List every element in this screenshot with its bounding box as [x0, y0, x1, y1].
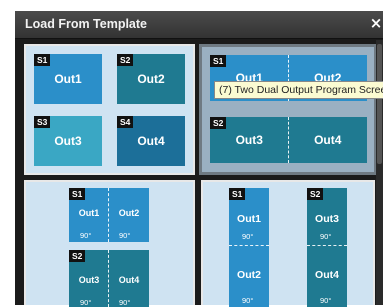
rotation-label: 90° — [242, 296, 254, 305]
screen-badge: S2 — [210, 117, 227, 129]
template-card-rotated-stacked[interactable]: S1 Out1 Out2 90° 90° S2 Out3 Out4 90° 90… — [24, 180, 195, 307]
screen-badge: S2 — [307, 188, 324, 200]
output-divider — [108, 188, 109, 242]
screen-s1: S1 Out1 90° Out2 90° — [229, 188, 269, 307]
screen-output-label: Out4 — [314, 133, 342, 147]
screen-output-label: Out1 — [54, 72, 82, 86]
screen-output-label: Out2 — [237, 268, 261, 281]
screen-badge: S1 — [69, 188, 86, 200]
screen-badge: S1 — [210, 55, 227, 67]
dialog-titlebar: Load From Template × — [15, 11, 383, 39]
screen-output-label: Out1 — [78, 207, 100, 218]
screen-output-label: Out3 — [78, 274, 100, 285]
screen-badge: S1 — [229, 188, 246, 200]
rotation-label: 90° — [119, 298, 131, 307]
screen-s1: S1 Out1 Out2 90° 90° — [69, 188, 149, 242]
template-card-two-dual-output[interactable]: S1 Out1 Out2 S2 Out3 Out4 — [199, 44, 377, 175]
rotation-label: 90° — [320, 232, 332, 241]
scrollbar-thumb[interactable] — [377, 44, 382, 164]
screen-s2: S2 Out2 — [117, 54, 185, 104]
screen-badge: S2 — [117, 54, 134, 66]
output-divider — [108, 250, 109, 307]
output-divider — [229, 245, 269, 246]
screen-s2: S2 Out3 Out4 90° 90° — [69, 250, 149, 307]
output-divider — [288, 117, 289, 163]
screen-s3: S3 Out3 — [34, 116, 102, 166]
screen-output-label: Out4 — [118, 274, 140, 285]
screen-output-label: Out2 — [137, 72, 165, 86]
rotation-label: 90° — [80, 298, 92, 307]
screen-s1: S1 Out1 — [34, 54, 102, 104]
rotation-label: 90° — [119, 231, 131, 240]
screen-badge: S2 — [69, 250, 86, 262]
screen-output-label: Out4 — [315, 268, 339, 281]
screen-output-label: Out2 — [118, 207, 140, 218]
screen-badge: S3 — [34, 116, 51, 128]
screen-badge: S1 — [34, 54, 51, 66]
rotation-label: 90° — [80, 231, 92, 240]
template-card-rotated-side-by-side[interactable]: S1 Out1 90° Out2 90° S2 Out3 90° Out4 90… — [201, 180, 375, 307]
screen-output-label: Out3 — [315, 212, 339, 225]
screen-badge: S4 — [117, 116, 134, 128]
close-icon[interactable]: × — [369, 14, 383, 32]
screen-s2: S2 Out3 90° Out4 90° — [307, 188, 347, 307]
output-divider — [307, 245, 347, 246]
rotation-label: 90° — [320, 296, 332, 305]
template-card-quad[interactable]: S1 Out1 S2 Out2 S3 Out3 S4 Out4 — [24, 44, 195, 175]
rotation-label: 90° — [242, 232, 254, 241]
template-tooltip: (7) Two Dual Output Program Screens — [214, 81, 383, 99]
vertical-scrollbar[interactable] — [376, 40, 383, 305]
screen-s2: S2 Out3 Out4 — [210, 117, 367, 163]
dialog-title: Load From Template — [25, 17, 148, 31]
screen-output-label: Out3 — [235, 133, 263, 147]
screen-output-label: Out3 — [54, 134, 82, 148]
screen-s4: S4 Out4 — [117, 116, 185, 166]
screen-output-label: Out1 — [237, 212, 261, 225]
screen-output-label: Out4 — [137, 134, 165, 148]
